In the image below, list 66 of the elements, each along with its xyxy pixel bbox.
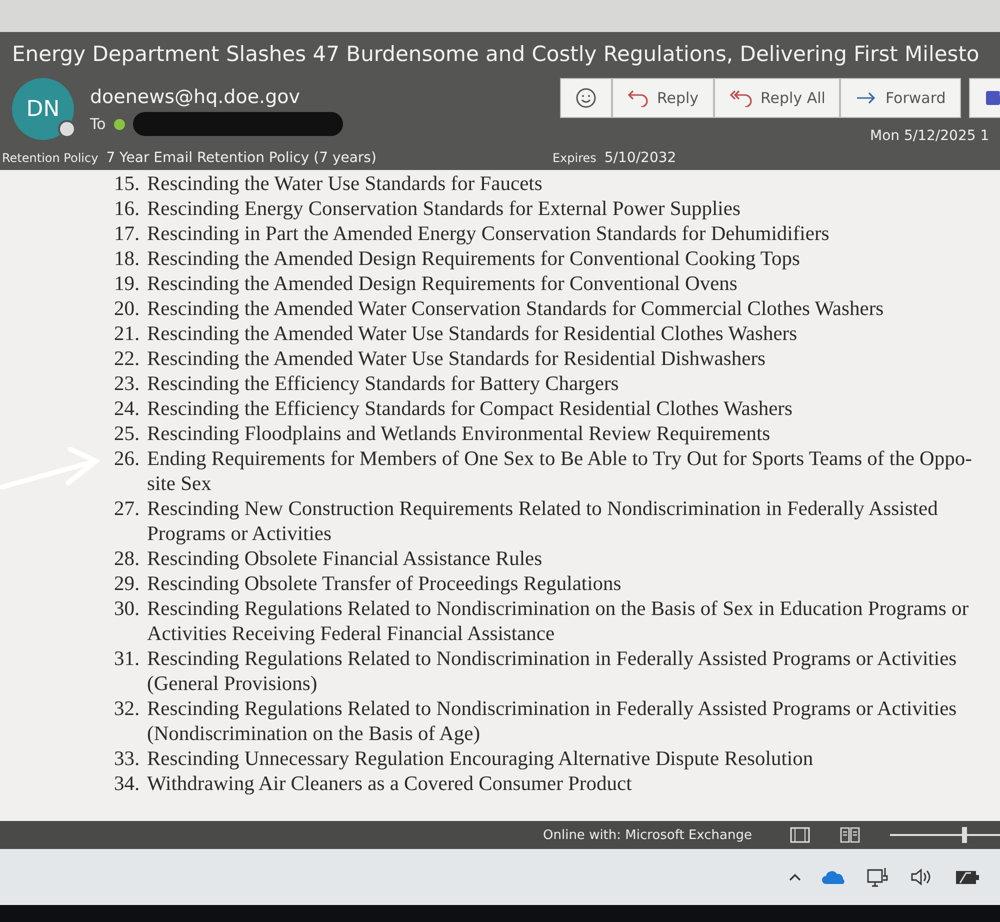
- item-text: Rescinding the Efficiency Standards for Compact Residential Clothes Washers: [147, 397, 792, 422]
- monitor-plug-icon[interactable]: [866, 866, 890, 888]
- item-text: Ending Requirements for Members of One Sex to Be Able to Try Out for Sports Teams of the Oppo-site Sex: [147, 447, 973, 497]
- item-number: 34.: [114, 772, 141, 797]
- item-number: 23.: [114, 372, 141, 397]
- item-number: 16.: [114, 197, 141, 222]
- zoom-thumb[interactable]: [962, 827, 967, 843]
- item-number: 15.: [114, 172, 141, 197]
- item-text: Withdrawing Air Cleaners as a Covered Consumer Product: [147, 772, 632, 797]
- item-text: Rescinding Regulations Related to Nondiscrimination in Federally Assisted Programs or Activities (Nondiscrimination on the Basis of Age): [147, 697, 958, 747]
- sender-address: doenews@hq.doe.gov: [90, 86, 302, 108]
- item-text: Rescinding Obsolete Financial Assistance Rules: [147, 547, 542, 572]
- avatar: DN: [12, 78, 74, 140]
- message-date: Mon 5/12/2025 1: [870, 128, 990, 144]
- item-text: Rescinding the Amended Design Requirements for Conventional Cooking Tops: [147, 247, 800, 272]
- item-text: Rescinding New Construction Requirements Related to Nondiscrimination in Federally Assisted Programs or Activities: [147, 497, 939, 547]
- item-number: 32.: [114, 697, 141, 722]
- item-number: 19.: [114, 272, 141, 297]
- forward-arrow-icon: [855, 91, 878, 105]
- reply-arrow-icon: [627, 89, 649, 107]
- reading-view-icon[interactable]: [840, 827, 860, 843]
- item-text: Rescinding Energy Conservation Standards for External Power Supplies: [147, 197, 740, 222]
- presence-dot: [58, 120, 76, 138]
- check-icon: [114, 118, 125, 130]
- item-text: Rescinding Regulations Related to Nondiscrimination in Federally Assisted Programs or Activities (General Provisions): [147, 647, 958, 697]
- item-text: Rescinding in Part the Amended Energy Conservation Standards for Dehumidifiers: [147, 222, 830, 247]
- item-number: 25.: [114, 422, 141, 447]
- item-number: 30.: [114, 597, 141, 622]
- item-text: Rescinding Floodplains and Wetlands Environmental Review Requirements: [147, 422, 770, 447]
- smiley-icon: [575, 87, 597, 109]
- item-text: Rescinding Obsolete Transfer of Proceedings Regulations: [147, 572, 622, 597]
- message-subject: Energy Department Slashes 47 Burdensome and Costly Regulations, Delivering First Milesto: [12, 42, 980, 66]
- emoji-button[interactable]: [560, 78, 612, 118]
- replyall-button[interactable]: Reply All: [714, 78, 840, 118]
- item-number: 31.: [114, 647, 141, 672]
- item-number: 24.: [114, 397, 141, 422]
- status-text: Online with: Microsoft Exchange: [543, 828, 752, 842]
- item-number: 27.: [114, 497, 141, 522]
- item-text: Rescinding the Amended Water Use Standards for Residential Dishwashers: [147, 347, 766, 372]
- item-text: Rescinding the Amended Design Requirements for Conventional Ovens: [147, 272, 738, 297]
- item-number: 21.: [114, 322, 141, 347]
- forward-button[interactable]: Forward: [840, 78, 961, 118]
- expires-value: 5/10/2032: [604, 150, 676, 166]
- reply-button[interactable]: Reply: [612, 78, 714, 118]
- item-text: Rescinding the Water Use Standards for Faucets: [147, 172, 542, 197]
- item-number: 17.: [114, 222, 141, 247]
- reply-all-arrow-icon: [728, 89, 753, 107]
- normal-view-icon[interactable]: [790, 827, 810, 843]
- to-label: To: [90, 115, 106, 133]
- item-number: 22.: [114, 347, 141, 372]
- item-number: 26.: [114, 447, 141, 472]
- item-number: 28.: [114, 547, 141, 572]
- expires-label: Expires: [552, 151, 596, 165]
- item-text: Rescinding Regulations Related to Nondiscrimination on the Basis of Sex in Education Programs or Activities Receiving Federal Financial Assistance: [147, 597, 970, 647]
- item-number: 20.: [114, 297, 141, 322]
- item-number: 33.: [114, 747, 141, 772]
- cloud-icon[interactable]: [822, 870, 846, 884]
- item-text: Rescinding the Amended Water Use Standards for Residential Clothes Washers: [147, 322, 798, 347]
- item-text: Rescinding the Amended Water Conservation Standards for Commercial Clothes Washers: [147, 297, 884, 322]
- retention-value: 7 Year Email Retention Policy (7 years): [106, 150, 376, 166]
- item-number: 29.: [114, 572, 141, 597]
- chevron-up-icon[interactable]: [788, 872, 802, 882]
- item-number: 18.: [114, 247, 141, 272]
- item-text: Rescinding Unnecessary Regulation Encouraging Alternative Dispute Resolution: [147, 747, 814, 772]
- retention-label: Retention Policy: [2, 151, 98, 165]
- item-text: Rescinding the Efficiency Standards for Battery Chargers: [147, 372, 619, 397]
